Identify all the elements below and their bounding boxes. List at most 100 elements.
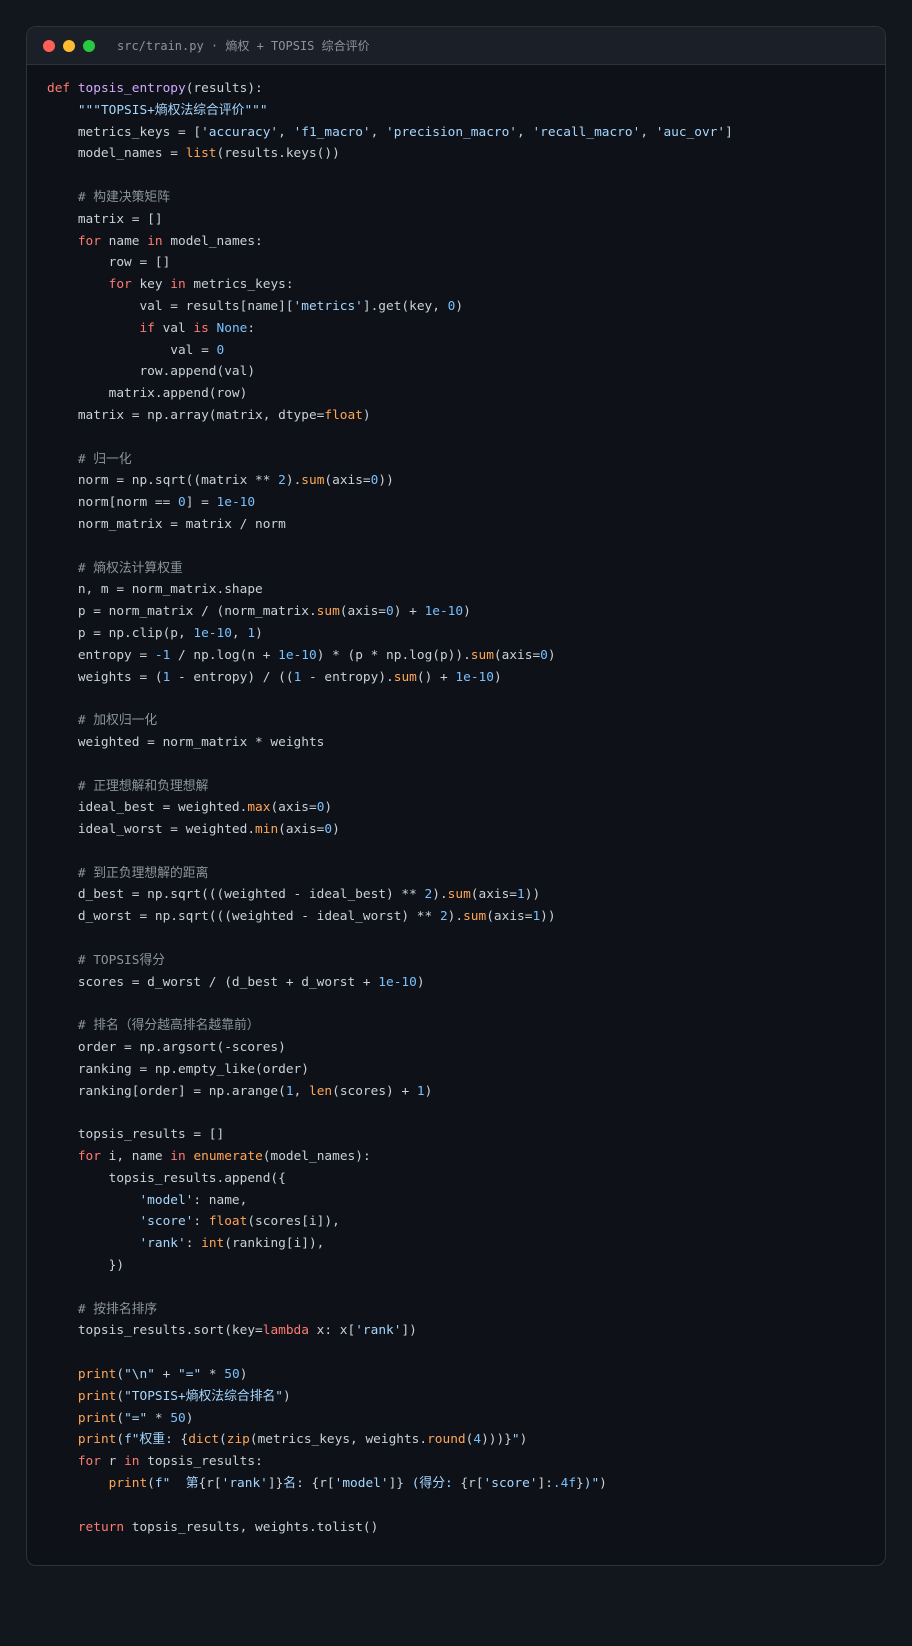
- code-token: ): [324, 800, 333, 816]
- code-line: topsis_results.sort(key=lambda x: x['ran…: [47, 1320, 875, 1342]
- code-line: print("=" * 50): [47, 1408, 875, 1430]
- code-token: # 加权归一化: [47, 713, 158, 729]
- code-token: print: [77, 1367, 117, 1383]
- code-token: # 到正负理想解的距离: [47, 865, 209, 881]
- code-token: 'model': [139, 1192, 194, 1208]
- code-block[interactable]: def topsis_entropy(results): """TOPSIS+熵…: [47, 78, 875, 1538]
- code-line: 'model': name,: [47, 1190, 875, 1212]
- code-token: 1: [285, 1083, 294, 1099]
- code-token: print: [77, 1388, 117, 1404]
- code-token: : name,: [193, 1192, 248, 1208]
- code-token: (metrics_keys, weights.: [249, 1432, 428, 1448]
- code-token: row.append(val): [47, 364, 256, 380]
- code-token: ideal_best = weighted.: [47, 800, 248, 816]
- code-token: 'metrics': [293, 298, 363, 314]
- code-token: # 排名（得分越高排名越靠前）: [47, 1018, 260, 1034]
- code-token: name: [100, 233, 148, 249]
- code-line: norm = np.sqrt((matrix ** 2).sum(axis=0)…: [47, 470, 875, 492]
- code-token: )): [378, 473, 394, 489]
- code-token: sum: [447, 887, 471, 903]
- code-line: matrix = np.array(matrix, dtype=float): [47, 405, 875, 427]
- code-token: ]): [401, 1323, 417, 1339]
- code-token: 'recall_macro': [532, 124, 641, 140]
- code-token: n, m = norm_matrix.shape: [47, 582, 263, 598]
- code-line: # 排名（得分越高排名越靠前）: [47, 1015, 875, 1037]
- code-token: 1: [416, 1083, 425, 1099]
- code-line: model_names = list(results.keys()): [47, 143, 875, 165]
- code-token: norm[norm ==: [47, 495, 178, 511]
- code-token: float: [324, 407, 363, 423]
- code-line: order = np.argsort(-scores): [47, 1037, 875, 1059]
- code-token: p = np.clip(p,: [47, 625, 194, 641]
- code-token: "=": [178, 1367, 202, 1383]
- code-token: in: [147, 233, 163, 249]
- code-line: weighted = norm_matrix * weights: [47, 732, 875, 754]
- code-token: )): [524, 887, 541, 903]
- code-line: weights = (1 - entropy) / ((1 - entropy)…: [47, 667, 875, 689]
- code-token: 50: [170, 1410, 186, 1426]
- code-token: 1: [247, 625, 256, 641]
- code-token: / np.log(n +: [170, 647, 279, 663]
- code-token: d_worst = np.sqrt(((weighted - ideal_wor…: [47, 909, 440, 925]
- code-token: for: [77, 1454, 101, 1470]
- close-dot-icon[interactable]: [43, 39, 55, 52]
- code-token: 0: [216, 342, 225, 358]
- code-token: 0: [540, 647, 548, 663]
- code-token: (: [116, 1388, 125, 1404]
- code-token: ) * (p * np.log(p)).: [316, 647, 471, 663]
- code-token: ): [362, 407, 371, 423]
- code-token: ): [283, 1388, 291, 1404]
- code-token: def: [47, 81, 78, 96]
- code-line: # 正理想解和负理想解: [47, 776, 875, 798]
- minimize-dot-icon[interactable]: [63, 39, 75, 52]
- code-token: topsis_results = []: [47, 1127, 225, 1143]
- code-token: weighted = norm_matrix * weights: [47, 734, 325, 750]
- code-token: (: [116, 1410, 125, 1426]
- code-token: (scores) +: [332, 1083, 417, 1099]
- code-line: 'score': float(scores[i]),: [47, 1211, 875, 1233]
- code-token: sum: [470, 647, 494, 663]
- code-token: # 归一化: [47, 451, 132, 467]
- code-line: def topsis_entropy(results):: [47, 78, 875, 100]
- code-line: ideal_best = weighted.max(axis=0): [47, 797, 875, 819]
- code-token: (axis=: [493, 647, 541, 663]
- code-token: ,: [517, 124, 533, 140]
- code-token: 0: [324, 822, 333, 838]
- code-token: )": [583, 1476, 600, 1491]
- code-token: ): [332, 822, 340, 838]
- code-token: topsis_entropy: [77, 81, 186, 96]
- code-token: in: [124, 1454, 140, 1470]
- code-token: ideal_worst = weighted.: [47, 822, 256, 838]
- code-token: d_best = np.sqrt(((weighted - ideal_best…: [47, 887, 425, 903]
- code-token: """TOPSIS+熵权法综合评价""": [77, 102, 268, 118]
- code-token: ]:: [537, 1476, 553, 1491]
- code-token: ).: [432, 887, 448, 903]
- code-token: ,: [370, 124, 387, 140]
- code-token: ,: [231, 625, 248, 641]
- code-token: ): [424, 1083, 433, 1099]
- code-token: matrix = np.array(matrix, dtype=: [47, 407, 325, 423]
- title-bar: src/train.py · 熵权 + TOPSIS 综合评价: [27, 27, 885, 65]
- code-token: val =: [47, 342, 217, 358]
- code-line: 'rank': int(ranking[i]),: [47, 1233, 875, 1255]
- code-token: topsis_results, weights.tolist(): [124, 1519, 379, 1535]
- code-line: # 归一化: [47, 449, 875, 471]
- code-line: n, m = norm_matrix.shape: [47, 579, 875, 601]
- code-line: matrix.append(row): [47, 383, 875, 405]
- code-token: (model_names):: [262, 1149, 371, 1165]
- code-token: is: [193, 320, 209, 336]
- code-token: model_names:: [162, 233, 263, 249]
- code-token: (results):: [185, 81, 263, 96]
- code-token: ,: [640, 124, 656, 140]
- maximize-dot-icon[interactable]: [83, 39, 95, 52]
- code-token: # 按排名排序: [47, 1301, 158, 1317]
- code-token: print: [108, 1476, 148, 1491]
